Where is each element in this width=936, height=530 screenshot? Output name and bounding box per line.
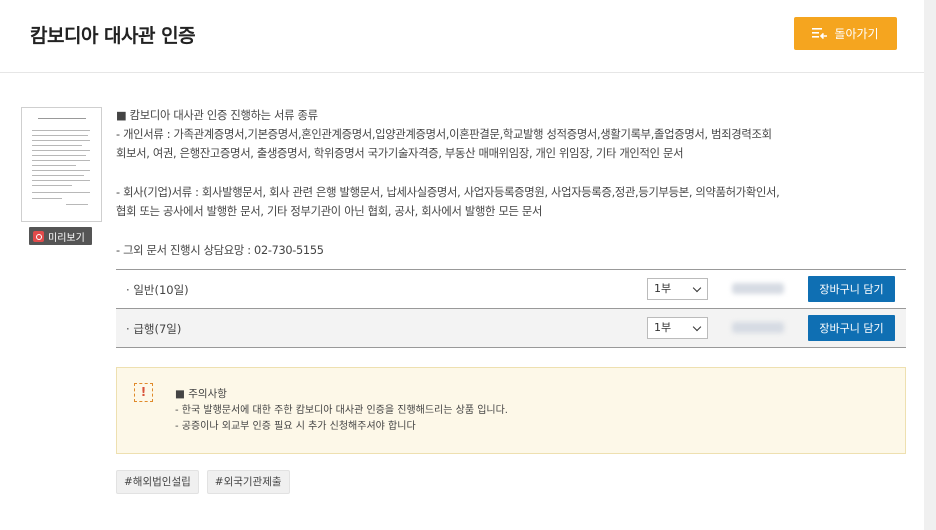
notice-line: - 한국 발행문서에 대한 주한 캄보디아 대사관 인증을 진행해드리는 상품 … [175, 405, 508, 416]
notice-text: - 한국 발행문서에 대한 주한 캄보디아 대사관 인증을 진행해드리는 상품 … [175, 403, 508, 435]
add-to-cart-button[interactable]: 장바구니 담기 [808, 276, 895, 302]
warning-icon: ! [134, 383, 153, 402]
page-title: 캄보디아 대사관 인증 [30, 25, 196, 47]
document-description: ■ 캄보디아 대사관 인증 진행하는 서류 종류 - 개인서류 : 가족관계증명… [116, 106, 906, 260]
price-blurred [732, 283, 784, 294]
tag[interactable]: #해외법인설립 [116, 470, 199, 494]
option-list: · 일반(10일) 1부 장바구니 담기 · 급행(7일) 1부 장바구니 담기 [116, 269, 906, 348]
page-header: 캄보디아 대사관 인증 돌아가기 [0, 0, 924, 73]
notice-title: ■ 주의사항 [175, 388, 227, 400]
chevron-down-icon [692, 322, 702, 332]
back-button[interactable]: 돌아가기 [794, 17, 897, 50]
preview-button[interactable]: 미리보기 [29, 227, 92, 245]
desc-personal-2: 회보서, 여권, 은행잔고증명서, 출생증명서, 학위증명서 국가기술자격증, … [116, 147, 684, 160]
desc-company-1: - 회사(기업)서류 : 회사발행문서, 회사 관련 은행 발행문서, 납세사실… [116, 186, 780, 199]
quantity-select[interactable]: 1부 [647, 278, 708, 300]
desc-personal-1: - 개인서류 : 가족관계증명서,기본증명서,혼인관계증명서,입양관계증명서,이… [116, 128, 772, 141]
option-name: · 급행(7일) [126, 322, 182, 336]
add-to-cart-button[interactable]: 장바구니 담기 [808, 315, 895, 341]
desc-heading: ■ 캄보디아 대사관 인증 진행하는 서류 종류 [116, 109, 318, 122]
preview-label: 미리보기 [48, 232, 85, 244]
option-name: · 일반(10일) [126, 283, 189, 297]
document-thumbnail[interactable] [21, 107, 102, 222]
price-blurred [732, 322, 784, 333]
tag-list: #해외법인설립 #외국기관제출 [116, 470, 290, 494]
notice-line: - 공증이나 외교부 인증 필요 시 추가 신청해주셔야 합니다 [175, 421, 416, 432]
back-button-label: 돌아가기 [834, 27, 879, 41]
tag[interactable]: #외국기관제출 [206, 470, 290, 494]
desc-company-2: 협회 또는 공사에서 발행한 문서, 기타 정부기관이 아닌 협회, 공사, 회… [116, 205, 543, 218]
option-row: · 급행(7일) 1부 장바구니 담기 [116, 309, 906, 348]
quantity-select[interactable]: 1부 [647, 317, 708, 339]
option-row: · 일반(10일) 1부 장바구니 담기 [116, 270, 906, 309]
notice-box: ! ■ 주의사항 - 한국 발행문서에 대한 주한 캄보디아 대사관 인증을 진… [116, 367, 906, 454]
magnifier-icon [33, 230, 44, 242]
chevron-down-icon [692, 283, 702, 293]
desc-contact: - 그외 문서 진행시 상담요망 : 02-730-5155 [116, 244, 324, 257]
list-back-icon [812, 27, 828, 41]
scrollbar[interactable] [924, 0, 936, 530]
